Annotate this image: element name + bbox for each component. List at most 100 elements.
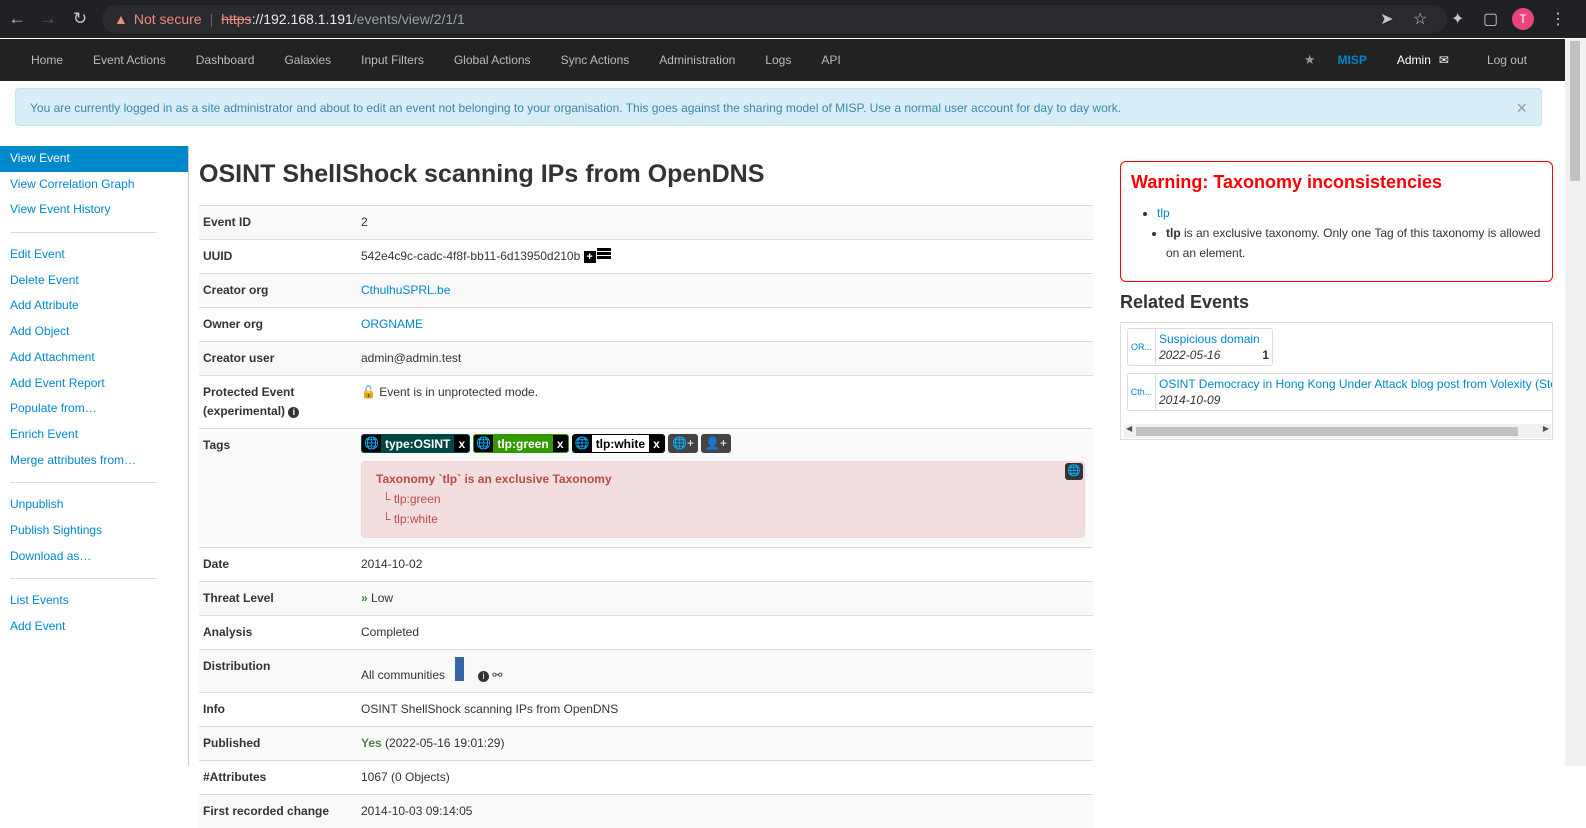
- creator-org-link[interactable]: CthulhuSPRL.be: [361, 283, 450, 297]
- creator-user-value: admin@admin.test: [357, 341, 1093, 376]
- info-icon[interactable]: i: [288, 407, 300, 418]
- url-protocol: https: [221, 11, 252, 27]
- tag-tlp-white[interactable]: 🌐 tlp:white x: [571, 434, 666, 454]
- field-label: Owner org: [199, 307, 357, 342]
- sidebar-item-view-correlation-graph[interactable]: View Correlation Graph: [0, 172, 188, 198]
- nav-dashboard[interactable]: Dashboard: [181, 39, 270, 81]
- published-status: Yes: [361, 736, 382, 751]
- side-panel-icon[interactable]: ▢: [1483, 0, 1498, 38]
- field-label: Event ID: [199, 205, 357, 240]
- send-icon[interactable]: ➤: [1380, 0, 1393, 38]
- tag-tlp-green[interactable]: 🌐 tlp:green x: [473, 434, 569, 454]
- nav-logs[interactable]: Logs: [750, 39, 806, 81]
- taxonomy-link[interactable]: tlp: [1157, 206, 1170, 220]
- extensions-icon[interactable]: ✦: [1451, 0, 1464, 38]
- nav-event-actions[interactable]: Event Actions: [78, 39, 181, 81]
- share-icon[interactable]: ⚯: [492, 668, 502, 682]
- list-item: └ tlp:white: [382, 512, 438, 527]
- add-global-tag-button[interactable]: 🌐+: [668, 434, 698, 454]
- sidebar-item-download-as[interactable]: Download as…: [0, 544, 188, 570]
- sidebar-item-view-event[interactable]: View Event: [0, 146, 188, 172]
- remove-tag-button[interactable]: x: [649, 435, 665, 453]
- nav-home[interactable]: Home: [0, 39, 78, 81]
- field-label: Tags: [199, 427, 357, 548]
- forward-icon[interactable]: →: [32, 0, 64, 38]
- sidebar-item-publish-sightings[interactable]: Publish Sightings: [0, 518, 188, 544]
- sidebar-item-add-event[interactable]: Add Event: [0, 614, 188, 640]
- nav-administration[interactable]: Administration: [644, 39, 750, 81]
- sidebar-item-delete-event[interactable]: Delete Event: [0, 268, 188, 294]
- nav-user[interactable]: Admin: [1397, 53, 1431, 67]
- sidebar-item-list-events[interactable]: List Events: [0, 588, 188, 614]
- warning-list: tlp tlp is an exclusive taxonomy. Only o…: [1157, 203, 1542, 263]
- related-title: Related Events: [1120, 292, 1250, 312]
- scroll-left-icon[interactable]: ◀: [1126, 424, 1132, 433]
- back-icon[interactable]: ←: [1, 0, 33, 38]
- published-date: (2022-05-16 19:01:29): [385, 736, 505, 751]
- table-row: First recorded change 2014-10-03 09:14:05: [199, 794, 1093, 828]
- remove-tag-button[interactable]: x: [454, 435, 470, 453]
- server-icon[interactable]: [596, 248, 611, 260]
- star-icon[interactable]: ★: [1304, 52, 1316, 68]
- field-label: Published: [199, 726, 357, 761]
- globe-icon[interactable]: 🌐: [1065, 463, 1083, 481]
- nav-galaxies[interactable]: Galaxies: [269, 39, 346, 81]
- taxonomy-inconsistency-warning: Warning: Taxonomy inconsistencies tlp tl…: [1120, 161, 1553, 282]
- nav-api[interactable]: API: [806, 39, 855, 81]
- reload-icon[interactable]: ↻: [64, 0, 96, 38]
- related-org[interactable]: OR...: [1128, 329, 1156, 365]
- add-local-tag-button[interactable]: 👤+: [700, 434, 731, 454]
- nav-sync-actions[interactable]: Sync Actions: [546, 39, 645, 81]
- sidebar-item-view-event-history[interactable]: View Event History: [0, 197, 188, 223]
- menu-icon[interactable]: ⋮: [1550, 0, 1566, 38]
- page-title: OSINT ShellShock scanning IPs from OpenD…: [199, 160, 765, 188]
- sidebar-item-add-event-report[interactable]: Add Event Report: [0, 371, 188, 397]
- plus-square-icon[interactable]: +: [583, 251, 596, 263]
- event-main: OSINT ShellShock scanning IPs from OpenD…: [199, 160, 1093, 828]
- related-event-title[interactable]: OSINT Democracy in Hong Kong Under Attac…: [1159, 377, 1552, 391]
- list-item: └ tlp:green: [382, 492, 441, 507]
- sidebar-item-merge-attributes[interactable]: Merge attributes from…: [0, 448, 188, 474]
- sidebar-item-add-object[interactable]: Add Object: [0, 319, 188, 345]
- address-bar[interactable]: ▲ Not secure | https://192.168.1.191/eve…: [102, 5, 1447, 33]
- warning-title: Warning: Taxonomy inconsistencies: [1131, 172, 1443, 192]
- info-icon[interactable]: i: [478, 671, 490, 683]
- nav-global-actions[interactable]: Global Actions: [439, 39, 546, 81]
- scroll-right-icon[interactable]: ▶: [1543, 424, 1549, 433]
- bookmark-star-icon[interactable]: ☆: [1413, 0, 1427, 38]
- related-event-title[interactable]: Suspicious domain: [1159, 332, 1260, 346]
- scrollbar-thumb[interactable]: [1136, 427, 1518, 436]
- nav-logout[interactable]: Log out: [1487, 53, 1527, 67]
- horizontal-scrollbar[interactable]: ◀ ▶: [1124, 424, 1551, 438]
- tag-type-osint[interactable]: 🌐 type:OSINT x: [361, 434, 471, 454]
- sidebar-item-add-attribute[interactable]: Add Attribute: [0, 293, 188, 319]
- page-scrollbar[interactable]: [1565, 39, 1586, 766]
- url-path: /events/view/2/1/1: [352, 11, 465, 27]
- close-icon[interactable]: ×: [1516, 98, 1527, 119]
- browser-toolbar: ← → ↻ ▲ Not secure | https://192.168.1.1…: [0, 0, 1586, 38]
- remove-tag-button[interactable]: x: [552, 435, 568, 453]
- sidebar-item-unpublish[interactable]: Unpublish: [0, 492, 188, 518]
- nav-misp-brand[interactable]: MISP: [1338, 53, 1367, 67]
- sidebar-item-edit-event[interactable]: Edit Event: [0, 242, 188, 268]
- globe-icon: 🌐: [362, 435, 381, 453]
- sidebar-divider: [10, 482, 157, 484]
- sidebar-item-enrich-event[interactable]: Enrich Event: [0, 422, 188, 448]
- alert-text: You are currently logged in as a site ad…: [30, 101, 1122, 115]
- sidebar-item-populate-from[interactable]: Populate from…: [0, 396, 188, 422]
- related-org[interactable]: Cth...: [1128, 374, 1156, 410]
- profile-avatar[interactable]: T: [1512, 8, 1534, 30]
- scrollbar-thumb[interactable]: [1570, 41, 1580, 181]
- right-panel: Warning: Taxonomy inconsistencies tlp tl…: [1120, 161, 1553, 440]
- owner-org-link[interactable]: ORGNAME: [361, 317, 423, 331]
- related-event-card[interactable]: OR... Suspicious domain 2022-05-16 1: [1127, 328, 1274, 366]
- top-navbar: Home Event Actions Dashboard Galaxies In…: [0, 39, 1565, 81]
- analysis-value: Completed: [357, 615, 1093, 650]
- related-event-card[interactable]: Cth... OSINT Democracy in Hong Kong Unde…: [1127, 373, 1552, 411]
- sidebar-item-add-attachment[interactable]: Add Attachment: [0, 345, 188, 371]
- table-row: Analysis Completed: [199, 615, 1093, 650]
- sidebar-divider: [10, 232, 157, 234]
- tag-label: type:OSINT: [381, 435, 455, 453]
- nav-input-filters[interactable]: Input Filters: [346, 39, 439, 81]
- envelope-icon[interactable]: ✉: [1439, 53, 1449, 67]
